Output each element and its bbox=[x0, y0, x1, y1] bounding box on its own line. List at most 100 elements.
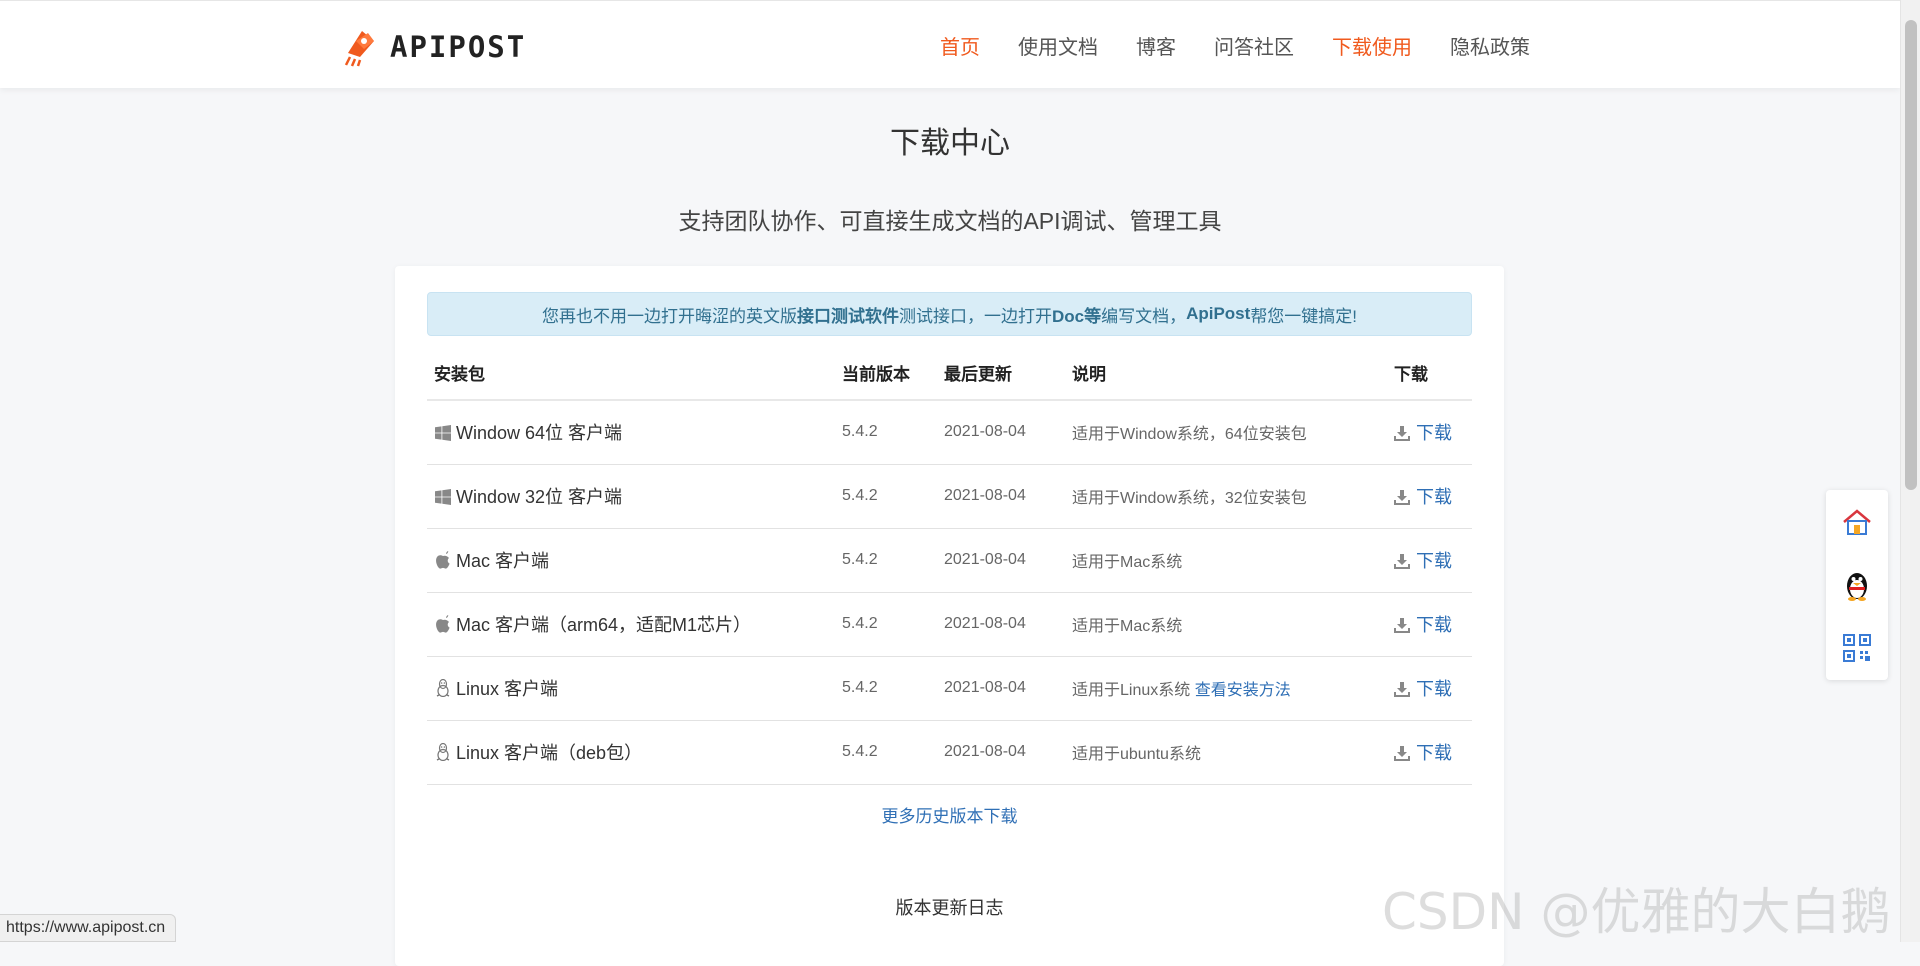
notice-text-3: 编写文档， bbox=[1101, 306, 1187, 326]
qrcode-float-button[interactable] bbox=[1839, 630, 1875, 666]
nav-home[interactable]: 首页 bbox=[940, 31, 980, 60]
download-icon bbox=[1394, 682, 1410, 697]
download-cell: 下载 bbox=[1387, 528, 1472, 593]
header-package: 安装包 bbox=[427, 346, 835, 401]
home-float-button[interactable] bbox=[1839, 504, 1875, 540]
status-bar-url: https://www.apipost.cn bbox=[0, 914, 177, 942]
download-icon bbox=[1394, 490, 1410, 505]
version-cell: 5.4.2 bbox=[835, 464, 937, 529]
notice-text-2: 测试接口，一边打开 bbox=[898, 306, 1052, 326]
updated-cell: 2021-08-04 bbox=[937, 720, 1065, 785]
notice-text-1: 您再也不用一边打开晦涩的英文版 bbox=[541, 306, 797, 326]
package-name: Window 32位 客户端 bbox=[456, 487, 623, 507]
version-cell: 5.4.2 bbox=[835, 592, 937, 657]
floating-sidebar bbox=[1826, 490, 1888, 680]
package-name: Mac 客户端（arm64，适配M1芯片） bbox=[456, 615, 752, 635]
more-history-versions-link[interactable]: 更多历史版本下载 bbox=[395, 802, 1504, 827]
description-cell: 适用于ubuntu系统 bbox=[1065, 720, 1387, 785]
package-cell: Mac 客户端 bbox=[427, 528, 835, 593]
download-label: 下载 bbox=[1416, 423, 1452, 444]
header-description: 说明 bbox=[1065, 346, 1387, 401]
package-cell: Linux 客户端 bbox=[427, 656, 835, 721]
apple-icon bbox=[436, 615, 450, 633]
nav-download[interactable]: 下载使用 bbox=[1332, 31, 1412, 60]
download-icon bbox=[1394, 746, 1410, 761]
download-link[interactable]: 下载 bbox=[1394, 743, 1452, 763]
description-cell: 适用于Mac系统 bbox=[1065, 528, 1387, 593]
table-row: Linux 客户端 5.4.2 2021-08-04 适用于Linux系统 查看… bbox=[427, 656, 1472, 721]
updated-cell: 2021-08-04 bbox=[937, 400, 1065, 465]
download-label: 下载 bbox=[1416, 551, 1452, 571]
description-text: 适用于Window系统，64位安装包 bbox=[1072, 426, 1307, 444]
download-link[interactable]: 下载 bbox=[1394, 679, 1452, 699]
nav-blog[interactable]: 博客 bbox=[1136, 31, 1176, 60]
logo-text: APIPOST bbox=[390, 30, 527, 64]
notice-banner: 您再也不用一边打开晦涩的英文版 接口测试软件 测试接口，一边打开 Doc等 编写文档， A… bbox=[427, 292, 1472, 336]
header-version: 当前版本 bbox=[835, 346, 937, 401]
download-label: 下载 bbox=[1416, 487, 1452, 507]
download-link[interactable]: 下载 bbox=[1394, 615, 1452, 635]
version-cell: 5.4.2 bbox=[835, 656, 937, 721]
package-name: Window 64位 客户端 bbox=[456, 423, 623, 444]
notice-bold-1: 接口测试软件 bbox=[796, 306, 899, 326]
version-cell: 5.4.2 bbox=[835, 400, 937, 465]
description-cell: 适用于Mac系统 bbox=[1065, 592, 1387, 657]
header-download: 下载 bbox=[1387, 346, 1472, 401]
csdn-watermark: CSDN @优雅的大白鹅 bbox=[1382, 883, 1891, 941]
windows-icon bbox=[435, 489, 451, 505]
version-cell: 5.4.2 bbox=[835, 720, 937, 785]
download-cell: 下载 bbox=[1387, 464, 1472, 529]
download-label: 下载 bbox=[1416, 743, 1452, 763]
description-text: 适用于Mac系统 bbox=[1072, 618, 1183, 635]
table-row: Mac 客户端 5.4.2 2021-08-04 适用于Mac系统 下载 bbox=[427, 528, 1472, 593]
notice-text-4: 帮您一键搞定! bbox=[1250, 306, 1358, 326]
package-cell: Window 32位 客户端 bbox=[427, 464, 835, 529]
linux-icon bbox=[436, 743, 450, 761]
download-label: 下载 bbox=[1416, 679, 1452, 699]
description-text: 适用于Mac系统 bbox=[1072, 554, 1183, 571]
table-row: Window 32位 客户端 5.4.2 2021-08-04 适用于Windo… bbox=[427, 464, 1472, 529]
description-text: 适用于Linux系统 bbox=[1072, 682, 1191, 699]
apipost-logo[interactable]: APIPOST bbox=[342, 26, 526, 68]
rocket-logo-icon bbox=[344, 31, 374, 67]
download-label: 下载 bbox=[1416, 615, 1452, 635]
download-icon bbox=[1394, 618, 1410, 633]
download-icon bbox=[1394, 426, 1410, 442]
download-cell: 下载 bbox=[1387, 592, 1472, 657]
version-cell: 5.4.2 bbox=[835, 528, 937, 593]
description-cell: 适用于Window系统，32位安装包 bbox=[1065, 464, 1387, 529]
package-name: Mac 客户端 bbox=[456, 551, 550, 571]
table-row: Linux 客户端（deb包） 5.4.2 2021-08-04 适用于ubun… bbox=[427, 720, 1472, 785]
package-cell: Window 64位 客户端 bbox=[427, 400, 835, 465]
package-name: Linux 客户端 bbox=[456, 679, 559, 699]
header-updated: 最后更新 bbox=[937, 346, 1065, 401]
nav-docs[interactable]: 使用文档 bbox=[1018, 31, 1098, 60]
install-guide-link[interactable]: 查看安装方法 bbox=[1195, 682, 1291, 699]
page-title: 下载中心 bbox=[890, 127, 1010, 160]
package-cell: Linux 客户端（deb包） bbox=[427, 720, 835, 785]
updated-cell: 2021-08-04 bbox=[937, 656, 1065, 721]
updated-cell: 2021-08-04 bbox=[937, 592, 1065, 657]
download-cell: 下载 bbox=[1387, 720, 1472, 785]
page-scrollbar[interactable] bbox=[1900, 0, 1920, 942]
package-cell: Mac 客户端（arm64，适配M1芯片） bbox=[427, 592, 835, 657]
main-nav: 首页 使用文档 博客 问答社区 下载使用 隐私政策 bbox=[940, 1, 1568, 89]
scrollbar-thumb[interactable] bbox=[1905, 20, 1917, 490]
qq-penguin-icon bbox=[1847, 572, 1867, 601]
download-icon bbox=[1394, 554, 1410, 569]
download-cell: 下载 bbox=[1387, 400, 1472, 465]
download-link[interactable]: 下载 bbox=[1394, 423, 1452, 443]
table-row: Window 64位 客户端 5.4.2 2021-08-04 适用于Windo… bbox=[427, 400, 1472, 465]
package-name: Linux 客户端（deb包） bbox=[456, 743, 643, 763]
nav-privacy[interactable]: 隐私政策 bbox=[1450, 31, 1530, 60]
changelog-title: 版本更新日志 bbox=[895, 898, 1004, 918]
site-header: APIPOST 首页 使用文档 博客 问答社区 下载使用 隐私政策 bbox=[0, 0, 1900, 88]
nav-qa-community[interactable]: 问答社区 bbox=[1214, 31, 1294, 60]
download-link[interactable]: 下载 bbox=[1394, 551, 1452, 571]
linux-icon bbox=[436, 679, 450, 697]
download-cell: 下载 bbox=[1387, 656, 1472, 721]
description-cell: 适用于Linux系统 查看安装方法 bbox=[1065, 656, 1387, 721]
qq-float-button[interactable] bbox=[1839, 567, 1875, 603]
download-link[interactable]: 下载 bbox=[1394, 487, 1452, 507]
notice-bold-2: Doc等 bbox=[1051, 306, 1102, 326]
